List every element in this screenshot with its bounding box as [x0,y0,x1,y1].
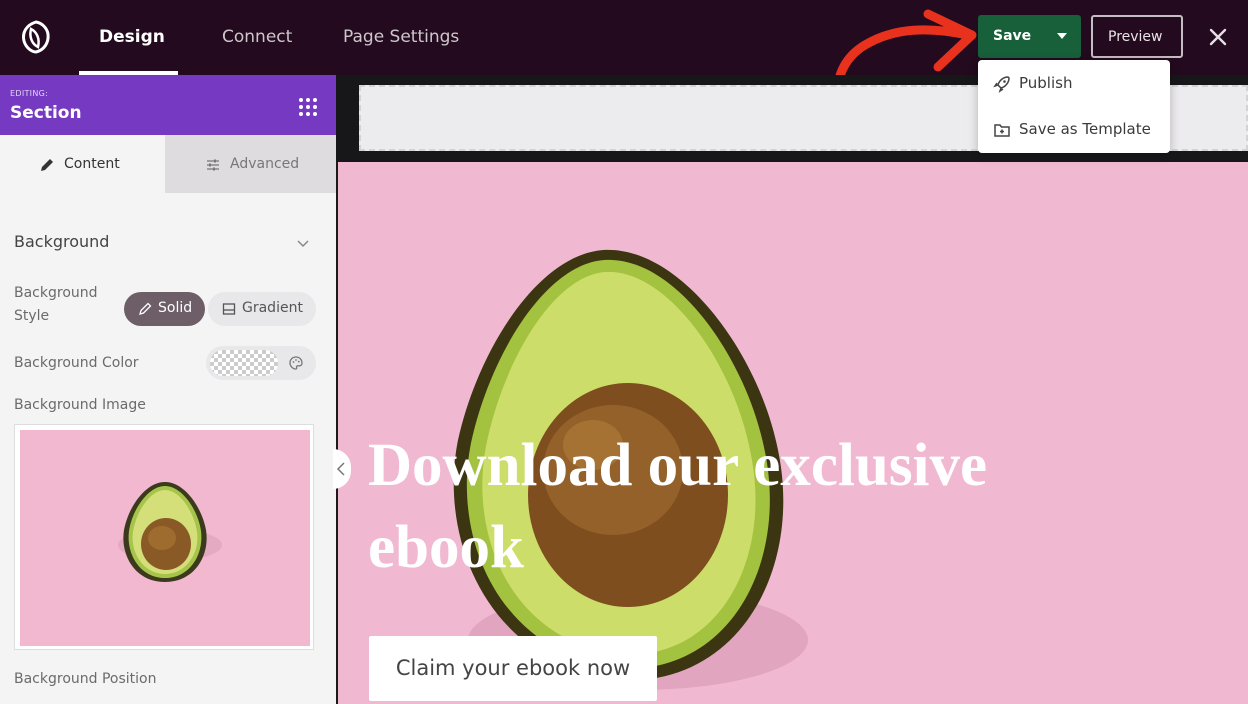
tab-advanced[interactable]: Advanced [165,135,336,193]
background-image-label: Background Image [14,397,146,413]
solid-label: Solid [158,300,193,316]
seedprod-logo-icon[interactable] [18,19,54,55]
editing-label: EDITING: [10,89,49,98]
menu-item-publish[interactable]: Publish [978,64,1170,104]
folder-plus-icon [994,124,1010,137]
tab-advanced-label: Advanced [230,156,300,172]
pencil-icon [139,302,152,315]
settings-sidebar: EDITING: Section Content Advanced Backgr… [0,75,336,704]
save-button[interactable]: Save [978,15,1081,58]
background-position-label: Background Position [14,671,157,687]
sidebar-header: EDITING: Section [0,75,336,135]
background-color-label: Background Color [14,355,139,371]
chevron-left-icon [336,462,345,476]
background-image-thumbnail[interactable] [14,424,314,650]
save-button-label: Save [993,28,1032,44]
caret-down-icon[interactable] [1057,33,1067,39]
sliders-icon [207,159,219,171]
avocado-thumbnail-image [20,430,310,646]
palette-icon[interactable] [288,355,304,371]
transparent-color-swatch[interactable] [210,350,278,376]
grid-icon[interactable] [296,95,320,119]
claim-ebook-button[interactable]: Claim your ebook now [369,636,657,701]
tab-connect[interactable]: Connect [222,27,292,47]
solid-style-button[interactable]: Solid [124,292,205,326]
gradient-label: Gradient [242,300,303,316]
menu-item-save-as-template[interactable]: Save as Template [978,110,1170,150]
gradient-style-button[interactable]: Gradient [208,292,316,326]
preview-button-label: Preview [1108,29,1163,45]
page-canvas: Download our exclusive ebook Claim your … [336,75,1248,704]
hero-headline[interactable]: Download our exclusive ebook [368,425,1128,589]
tab-content-label: Content [64,156,120,172]
hero-section[interactable]: Download our exclusive ebook Claim your … [338,162,1248,704]
pencil-icon [41,159,53,171]
menu-item-label: Save as Template [1019,120,1151,138]
chevron-down-icon[interactable] [295,235,311,251]
section-title: Section [10,103,82,123]
menu-item-label: Publish [1019,74,1073,92]
tab-page-settings[interactable]: Page Settings [343,27,459,47]
tab-content[interactable]: Content [0,135,165,193]
tab-design[interactable]: Design [99,27,165,47]
background-style-label: Background Style [14,285,98,324]
preview-button[interactable]: Preview [1091,15,1183,58]
rocket-icon [993,76,1010,93]
close-icon[interactable] [1206,25,1230,49]
background-color-picker[interactable] [206,346,316,380]
background-section-heading[interactable]: Background [14,232,109,251]
gradient-icon [222,303,236,315]
save-dropdown-menu: Publish Save as Template [978,60,1170,153]
